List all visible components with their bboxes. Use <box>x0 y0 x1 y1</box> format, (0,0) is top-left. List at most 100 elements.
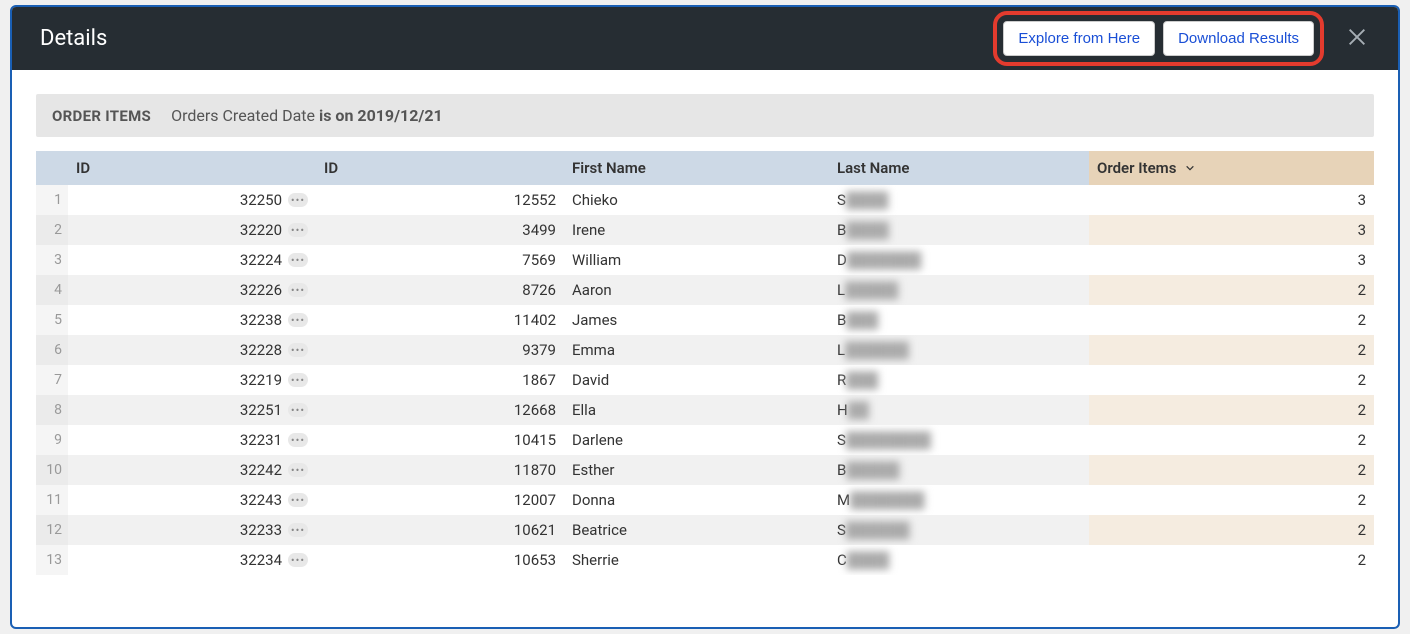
col-order-items[interactable]: Order Items <box>1089 151 1374 185</box>
table-row: 132250•••12552ChiekoS████3 <box>36 185 1374 215</box>
row-number: 9 <box>36 425 68 455</box>
cell-id2[interactable]: 12007 <box>316 485 564 515</box>
cell-id1[interactable]: 32228••• <box>68 335 316 365</box>
more-icon[interactable]: ••• <box>288 253 308 267</box>
cell-id1[interactable]: 32231••• <box>68 425 316 455</box>
cell-first-name[interactable]: James <box>564 305 829 335</box>
cell-last-name[interactable]: B████ <box>829 215 1089 245</box>
more-icon[interactable]: ••• <box>288 193 308 207</box>
action-highlight: Explore from Here Download Results <box>993 11 1324 66</box>
cell-order-items[interactable]: 2 <box>1089 515 1374 545</box>
cell-id1[interactable]: 32243••• <box>68 485 316 515</box>
cell-id2[interactable]: 7569 <box>316 245 564 275</box>
cell-id1[interactable]: 32233••• <box>68 515 316 545</box>
cell-last-name[interactable]: S████████ <box>829 425 1089 455</box>
cell-last-name[interactable]: D███████ <box>829 245 1089 275</box>
cell-order-items[interactable]: 2 <box>1089 425 1374 455</box>
cell-last-name[interactable]: B███ <box>829 305 1089 335</box>
cell-id2[interactable]: 11870 <box>316 455 564 485</box>
cell-last-name[interactable]: L██████ <box>829 335 1089 365</box>
cell-id2[interactable]: 1867 <box>316 365 564 395</box>
col-last-name[interactable]: Last Name <box>829 151 1089 185</box>
cell-id1[interactable]: 32219••• <box>68 365 316 395</box>
cell-id2[interactable]: 10415 <box>316 425 564 455</box>
cell-id1[interactable]: 32242••• <box>68 455 316 485</box>
row-number: 2 <box>36 215 68 245</box>
cell-order-items[interactable]: 2 <box>1089 335 1374 365</box>
cell-order-items[interactable]: 2 <box>1089 305 1374 335</box>
cell-first-name[interactable]: Beatrice <box>564 515 829 545</box>
cell-first-name[interactable]: Donna <box>564 485 829 515</box>
filter-field: Orders Created Date <box>171 106 315 125</box>
cell-order-items[interactable]: 2 <box>1089 455 1374 485</box>
cell-last-name[interactable]: S████ <box>829 185 1089 215</box>
cell-order-items[interactable]: 3 <box>1089 215 1374 245</box>
cell-id2[interactable]: 12552 <box>316 185 564 215</box>
more-icon[interactable]: ••• <box>288 283 308 297</box>
download-results-button[interactable]: Download Results <box>1163 21 1314 56</box>
header-actions: Explore from Here Download Results <box>993 11 1374 66</box>
cell-id1[interactable]: 32220••• <box>68 215 316 245</box>
cell-last-name[interactable]: S██████ <box>829 515 1089 545</box>
cell-order-items[interactable]: 2 <box>1089 485 1374 515</box>
col-id1[interactable]: ID <box>68 151 316 185</box>
results-table-wrap[interactable]: ID ID First Name Last Name Order Items 1… <box>36 151 1374 627</box>
cell-id1[interactable]: 32238••• <box>68 305 316 335</box>
row-number: 5 <box>36 305 68 335</box>
more-icon[interactable]: ••• <box>288 223 308 237</box>
more-icon[interactable]: ••• <box>288 523 308 537</box>
cell-first-name[interactable]: William <box>564 245 829 275</box>
cell-order-items[interactable]: 3 <box>1089 245 1374 275</box>
more-icon[interactable]: ••• <box>288 553 308 567</box>
cell-id2[interactable]: 12668 <box>316 395 564 425</box>
cell-last-name[interactable]: B█████ <box>829 455 1089 485</box>
cell-id2[interactable]: 10621 <box>316 515 564 545</box>
more-icon[interactable]: ••• <box>288 343 308 357</box>
table-row: 1232233•••10621BeatriceS██████2 <box>36 515 1374 545</box>
more-icon[interactable]: ••• <box>288 373 308 387</box>
cell-order-items[interactable]: 2 <box>1089 545 1374 575</box>
more-icon[interactable]: ••• <box>288 463 308 477</box>
row-number: 8 <box>36 395 68 425</box>
col-first-name[interactable]: First Name <box>564 151 829 185</box>
cell-id2[interactable]: 3499 <box>316 215 564 245</box>
cell-last-name[interactable]: R███ <box>829 365 1089 395</box>
cell-last-name[interactable]: H██ <box>829 395 1089 425</box>
more-icon[interactable]: ••• <box>288 493 308 507</box>
filter-section-label: ORDER ITEMS <box>52 107 151 125</box>
cell-id1[interactable]: 32234••• <box>68 545 316 575</box>
cell-order-items[interactable]: 2 <box>1089 395 1374 425</box>
cell-order-items[interactable]: 2 <box>1089 275 1374 305</box>
cell-id2[interactable]: 9379 <box>316 335 564 365</box>
cell-id2[interactable]: 11402 <box>316 305 564 335</box>
cell-first-name[interactable]: Irene <box>564 215 829 245</box>
close-button[interactable] <box>1340 20 1374 57</box>
cell-first-name[interactable]: Esther <box>564 455 829 485</box>
cell-last-name[interactable]: C████ <box>829 545 1089 575</box>
cell-first-name[interactable]: Sherrie <box>564 545 829 575</box>
table-row: 732219•••1867DavidR███2 <box>36 365 1374 395</box>
cell-id2[interactable]: 10653 <box>316 545 564 575</box>
cell-first-name[interactable]: Darlene <box>564 425 829 455</box>
cell-last-name[interactable]: L█████ <box>829 275 1089 305</box>
cell-first-name[interactable]: David <box>564 365 829 395</box>
chevron-down-icon <box>1184 159 1196 177</box>
col-id2[interactable]: ID <box>316 151 564 185</box>
cell-id2[interactable]: 8726 <box>316 275 564 305</box>
row-number: 11 <box>36 485 68 515</box>
more-icon[interactable]: ••• <box>288 433 308 447</box>
cell-order-items[interactable]: 2 <box>1089 365 1374 395</box>
cell-id1[interactable]: 32224••• <box>68 245 316 275</box>
cell-last-name[interactable]: M███████ <box>829 485 1089 515</box>
cell-order-items[interactable]: 3 <box>1089 185 1374 215</box>
more-icon[interactable]: ••• <box>288 313 308 327</box>
cell-first-name[interactable]: Ella <box>564 395 829 425</box>
more-icon[interactable]: ••• <box>288 403 308 417</box>
cell-id1[interactable]: 32226••• <box>68 275 316 305</box>
cell-id1[interactable]: 32251••• <box>68 395 316 425</box>
explore-from-here-button[interactable]: Explore from Here <box>1003 21 1155 56</box>
cell-id1[interactable]: 32250••• <box>68 185 316 215</box>
cell-first-name[interactable]: Chieko <box>564 185 829 215</box>
cell-first-name[interactable]: Emma <box>564 335 829 365</box>
cell-first-name[interactable]: Aaron <box>564 275 829 305</box>
